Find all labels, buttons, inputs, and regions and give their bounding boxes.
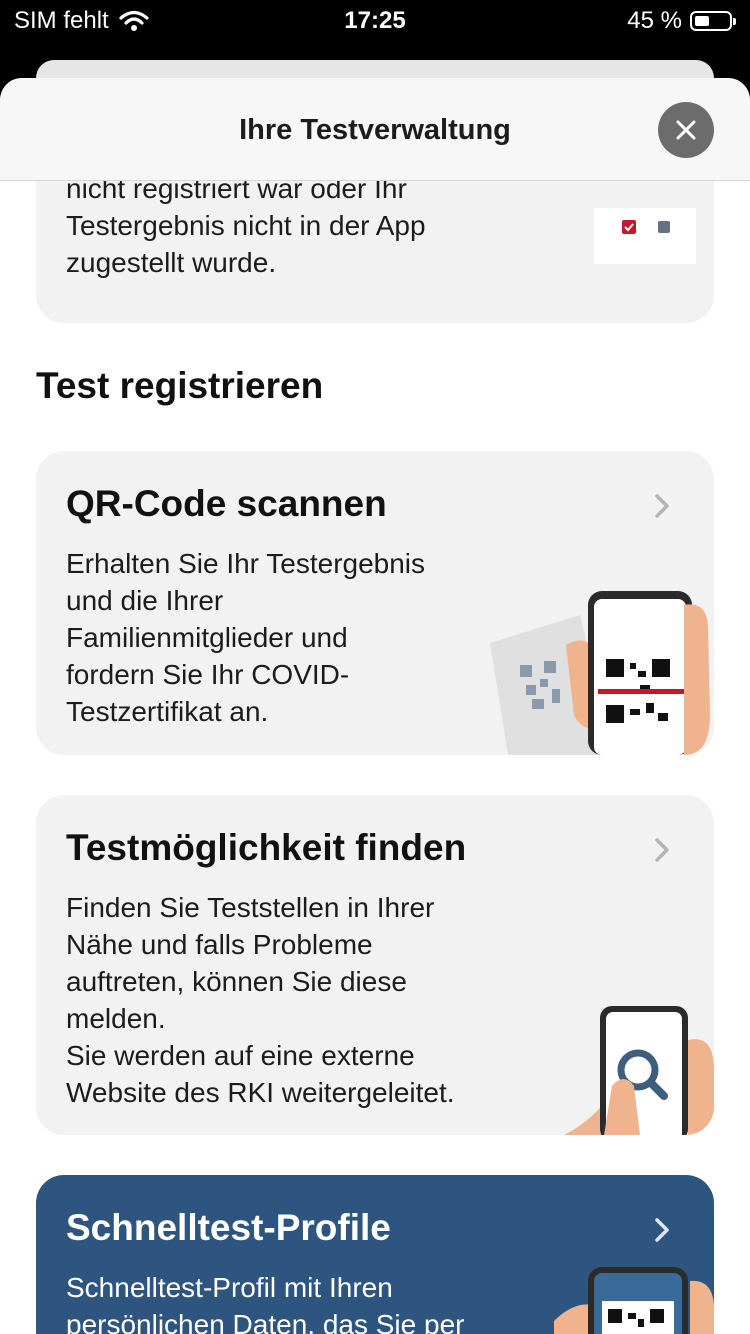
section-title: Test registrieren [36,365,324,406]
close-button[interactable] [658,102,714,158]
checklist-illustration [594,208,696,264]
battery-percent: 45 % [627,7,682,34]
battery-icon [690,11,736,31]
chevron-right-icon [655,1218,669,1242]
description-line: Finden Sie Teststellen in Ihrer [66,892,435,923]
profile-card-description: Schnelltest-Profil mit Ihren persönliche… [66,1269,464,1334]
search-phone-illustration [564,1006,714,1135]
description-line: Website des RKI weitergeleitet. [66,1077,455,1108]
description-line: Familienmitglieder und [66,622,348,653]
qr-card-description: Erhalten Sie Ihr Testergebnis und die Ih… [66,545,425,730]
description-line: melden. [66,1003,166,1034]
description-line: auftreten, können Sie diese [66,966,407,997]
info-line: Testergebnis nicht in der App [66,210,426,241]
description-line: Schnelltest-Profil mit Ihren [66,1272,393,1303]
find-test-card-description: Finden Sie Teststellen in Ihrer Nähe und… [66,889,455,1111]
battery-area: 45 % [627,7,736,35]
modal-sheet: nicht registriert war oder Ihr Testergeb… [0,78,750,1334]
description-line: fordern Sie Ihr COVID- [66,659,350,690]
description-line: und die Ihrer [66,585,224,616]
status-bar: SIM fehlt 17:25 45 % [0,0,750,44]
qr-scan-card[interactable]: QR-Code scannen Erhalten Sie Ihr Testerg… [36,451,714,755]
find-test-card[interactable]: Testmöglichkeit finden Finden Sie Testst… [36,795,714,1135]
navigation-bar: Ihre Testverwaltung [0,78,750,181]
page-title: Ihre Testverwaltung [239,114,511,146]
chevron-right-icon [655,838,669,862]
close-icon [676,120,696,140]
profile-qr-illustration [554,1267,714,1334]
description-line: persönlichen Daten, das Sie per [66,1309,465,1334]
qr-card-title: QR-Code scannen [66,483,387,524]
description-line: Erhalten Sie Ihr Testergebnis [66,548,426,579]
profile-card-title: Schnelltest-Profile [66,1207,391,1248]
description-line: Nähe und falls Probleme [66,929,373,960]
info-card-text: nicht registriert war oder Ihr Testergeb… [66,170,526,281]
info-line: zugestellt wurde. [66,247,277,278]
scroll-content[interactable]: nicht registriert war oder Ihr Testergeb… [0,78,750,1334]
find-test-card-title: Testmöglichkeit finden [66,827,467,868]
rapid-test-profile-card[interactable]: Schnelltest-Profile Schnelltest-Profil m… [36,1175,714,1334]
description-line: Sie werden auf eine externe [66,1040,415,1071]
qr-scan-illustration [490,591,710,755]
description-line: Testzertifikat an. [66,696,269,727]
chevron-right-icon [655,494,669,518]
